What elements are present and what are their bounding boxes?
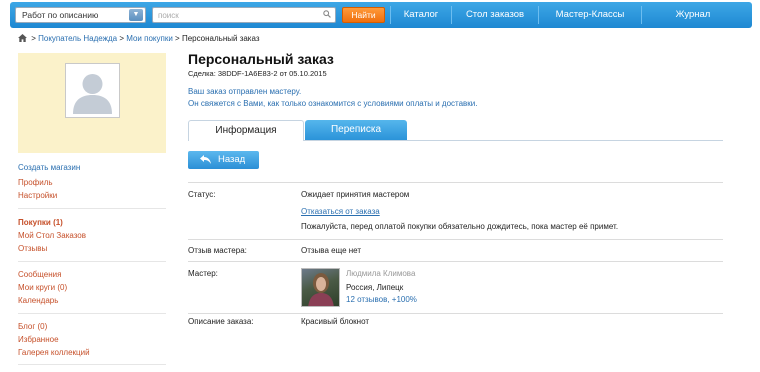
sidebar-blog[interactable]: Блог (0) xyxy=(18,322,47,331)
notice-sent: Ваш заказ отправлен мастеру. xyxy=(188,87,302,96)
nav-order-table[interactable]: Стол заказов xyxy=(452,2,538,28)
nav-catalog[interactable]: Каталог xyxy=(391,2,451,28)
row-divider xyxy=(188,313,723,314)
search-scope-select[interactable]: Работ по описанию ▼ xyxy=(15,7,146,23)
master-name[interactable]: Людмила Климова xyxy=(346,269,415,278)
breadcrumb-separator: > xyxy=(31,34,36,43)
breadcrumb-separator: > xyxy=(119,34,124,43)
tab-correspondence[interactable]: Переписка xyxy=(305,120,407,140)
search-input[interactable] xyxy=(152,7,336,23)
sidebar-collections-gallery[interactable]: Галерея коллекций xyxy=(18,348,90,357)
sidebar-create-shop[interactable]: Создать магазин xyxy=(18,163,80,172)
description-value: Красивый блокнот xyxy=(301,317,370,326)
search-icon[interactable] xyxy=(323,10,331,18)
breadcrumb-buyer[interactable]: Покупатель Надежда xyxy=(38,34,117,43)
row-divider xyxy=(188,239,723,240)
status-note: Пожалуйста, перед оплатой покупки обязат… xyxy=(301,222,619,231)
sidebar-favorites[interactable]: Избранное xyxy=(18,335,59,344)
sidebar-divider xyxy=(18,364,166,365)
nav-journal[interactable]: Журнал xyxy=(642,2,744,28)
sidebar-profile[interactable]: Профиль xyxy=(18,178,53,187)
chevron-down-icon[interactable]: ▼ xyxy=(129,9,143,21)
user-silhouette-icon xyxy=(69,67,116,114)
master-avatar[interactable] xyxy=(301,268,340,307)
page-title: Персональный заказ xyxy=(188,51,334,67)
master-city: Россия, Липецк xyxy=(346,283,404,292)
row-divider xyxy=(188,182,723,183)
sidebar-calendar[interactable]: Календарь xyxy=(18,296,58,305)
master-review-label: Отзыв мастера: xyxy=(188,246,247,255)
row-divider xyxy=(188,261,723,262)
breadcrumb: > Покупатель Надежда > Мои покупки > Пер… xyxy=(18,34,260,43)
sidebar-divider xyxy=(18,208,166,209)
cancel-order-link[interactable]: Отказаться от заказа xyxy=(301,207,380,216)
back-button-label: Назад xyxy=(218,154,246,165)
sidebar-purchases[interactable]: Покупки (1) xyxy=(18,218,63,227)
sidebar-divider xyxy=(18,313,166,314)
profile-card xyxy=(18,53,166,153)
sidebar-my-circles[interactable]: Мои круги (0) xyxy=(18,283,67,292)
deal-info: Сделка: 38DDF-1A6E83-2 от 05.10.2015 xyxy=(188,69,327,78)
description-label: Описание заказа: xyxy=(188,317,254,326)
back-arrow-icon xyxy=(200,155,211,164)
breadcrumb-separator: > xyxy=(175,34,180,43)
master-label: Мастер: xyxy=(188,269,218,278)
breadcrumb-current: Персональный заказ xyxy=(181,34,260,43)
sidebar-my-order-table[interactable]: Мой Стол Заказов xyxy=(18,231,86,240)
top-navigation-bar: Работ по описанию ▼ Найти Каталог Стол з… xyxy=(10,2,752,28)
back-button[interactable]: Назад xyxy=(188,151,259,169)
sidebar-reviews[interactable]: Отзывы xyxy=(18,244,47,253)
home-icon[interactable] xyxy=(18,34,27,42)
tab-information[interactable]: Информация xyxy=(188,120,304,141)
master-reviews-link[interactable]: 12 отзывов, +100% xyxy=(346,295,417,304)
nav-master-classes[interactable]: Мастер-Классы xyxy=(539,2,641,28)
search-scope-value: Работ по описанию xyxy=(22,10,99,20)
status-value: Ожидает принятия мастером xyxy=(301,190,410,199)
master-review-value: Отзыва еще нет xyxy=(301,246,362,255)
breadcrumb-my-purchases[interactable]: Мои покупки xyxy=(126,34,173,43)
avatar[interactable] xyxy=(65,63,120,118)
sidebar-settings[interactable]: Настройки xyxy=(18,191,57,200)
sidebar-divider xyxy=(18,261,166,262)
notice-contact: Он свяжется с Вами, как только ознакомит… xyxy=(188,99,478,108)
find-button[interactable]: Найти xyxy=(342,7,385,23)
status-label: Статус: xyxy=(188,190,216,199)
sidebar-messages[interactable]: Сообщения xyxy=(18,270,61,279)
master-photo-icon xyxy=(308,273,334,306)
